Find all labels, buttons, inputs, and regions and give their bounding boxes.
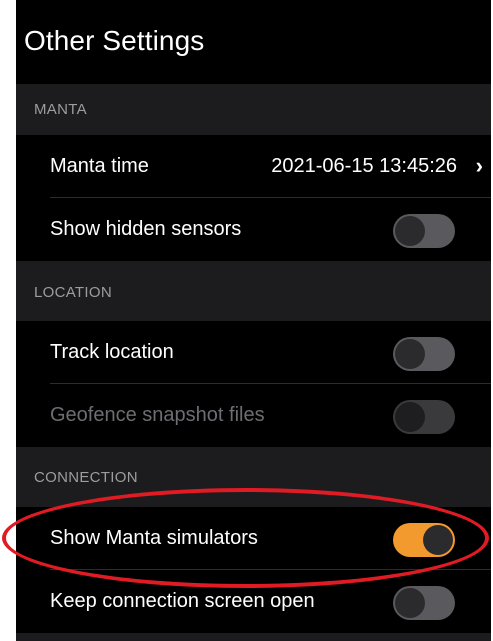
show-manta-simulators-row: Show Manta simulators bbox=[16, 507, 491, 570]
section-header-connection: CONNECTION bbox=[16, 447, 491, 507]
show-manta-simulators-label: Show Manta simulators bbox=[50, 527, 258, 549]
manta-time-value: 2021-06-15 13:45:26 bbox=[271, 155, 457, 177]
show-manta-simulators-toggle[interactable] bbox=[393, 523, 455, 557]
page-title: Other Settings bbox=[24, 25, 205, 56]
toggle-knob bbox=[423, 525, 453, 555]
track-location-label: Track location bbox=[50, 341, 174, 363]
toggle-knob bbox=[395, 339, 425, 369]
manta-time-row[interactable]: Manta time 2021-06-15 13:45:26 › bbox=[16, 135, 491, 198]
section-header-location: LOCATION bbox=[16, 261, 491, 321]
keep-connection-screen-open-label: Keep connection screen open bbox=[50, 590, 315, 612]
show-hidden-sensors-row: Show hidden sensors bbox=[16, 198, 491, 261]
chevron-right-icon: › bbox=[475, 153, 483, 178]
navigation-bar: Other Settings bbox=[16, 0, 491, 84]
geofence-snapshot-files-label: Geofence snapshot files bbox=[50, 404, 265, 426]
show-hidden-sensors-label: Show hidden sensors bbox=[50, 218, 242, 240]
section-header-label: MANTA bbox=[34, 101, 87, 118]
section-header-label: CONNECTION bbox=[34, 469, 138, 486]
manta-time-label: Manta time bbox=[50, 155, 149, 177]
section-footer bbox=[16, 633, 491, 641]
toggle-knob bbox=[395, 216, 425, 246]
section-header-manta: MANTA bbox=[16, 84, 491, 135]
show-hidden-sensors-toggle[interactable] bbox=[393, 214, 455, 248]
keep-connection-screen-open-toggle[interactable] bbox=[393, 586, 455, 620]
toggle-knob bbox=[395, 588, 425, 618]
track-location-row: Track location bbox=[16, 321, 491, 384]
geofence-snapshot-files-row: Geofence snapshot files bbox=[16, 384, 491, 447]
section-header-label: LOCATION bbox=[34, 284, 112, 301]
settings-screen: Other Settings MANTA Manta time 2021-06-… bbox=[16, 0, 491, 641]
keep-connection-screen-open-row: Keep connection screen open bbox=[16, 570, 491, 633]
track-location-toggle[interactable] bbox=[393, 337, 455, 371]
toggle-knob bbox=[395, 402, 425, 432]
geofence-snapshot-files-toggle[interactable] bbox=[393, 400, 455, 434]
